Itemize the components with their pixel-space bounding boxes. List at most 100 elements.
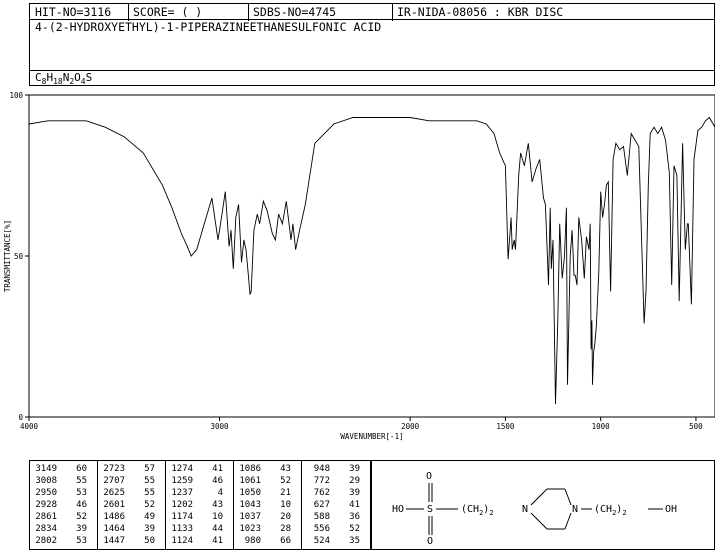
peak-row: 1486 49	[98, 511, 165, 523]
peak-transmittance: 49	[144, 512, 155, 522]
peak-row: 556 52	[302, 523, 370, 535]
y-tick-label: 0	[18, 413, 23, 422]
peak-wavenumber: 1202	[171, 500, 193, 510]
x-tick-label: 2000	[401, 422, 420, 431]
peak-wavenumber: 524	[313, 536, 330, 546]
x-tick-label: 1000	[592, 422, 611, 431]
peak-row: 588 36	[302, 511, 370, 523]
peak-wavenumber: 3149	[35, 464, 57, 474]
peak-column: 3149 60 3008 55 2950 53 2928 46 2861 52 2834 39 2802…	[30, 461, 98, 549]
peak-row: 1237 4	[166, 487, 233, 499]
peak-row: 762 39	[302, 487, 370, 499]
peak-wavenumber: 627	[313, 500, 330, 510]
peak-transmittance: 28	[280, 524, 291, 534]
peak-transmittance: 53	[76, 536, 87, 546]
peak-wavenumber: 1259	[171, 476, 193, 486]
peak-row: 1447 50	[98, 535, 165, 547]
peak-row: 2861 52	[30, 511, 97, 523]
peak-row: 1124 41	[166, 535, 233, 547]
peak-row: 2601 52	[98, 499, 165, 511]
peak-transmittance: 52	[76, 512, 87, 522]
peak-transmittance: 46	[212, 476, 223, 486]
peak-wavenumber: 588	[313, 512, 330, 522]
peak-row: 2928 46	[30, 499, 97, 511]
peak-transmittance: 43	[212, 500, 223, 510]
peak-column: 948 39 772 29 762 39 627 41 588 36 556 52 524 35	[302, 461, 370, 549]
peak-transmittance: 41	[349, 500, 360, 510]
peak-transmittance: 41	[212, 536, 223, 546]
peak-row: 1274 41	[166, 463, 233, 475]
peak-transmittance: 10	[280, 500, 291, 510]
peak-transmittance: 53	[76, 488, 87, 498]
peak-wavenumber: 1086	[239, 464, 261, 474]
peak-wavenumber: 1237	[171, 488, 193, 498]
spectrum-line	[28, 116, 715, 405]
peak-transmittance: 39	[144, 524, 155, 534]
peak-transmittance: 35	[349, 536, 360, 546]
peak-transmittance: 50	[144, 536, 155, 546]
peak-transmittance: 29	[349, 476, 360, 486]
peak-row: 1202 43	[166, 499, 233, 511]
peak-wavenumber: 1023	[239, 524, 261, 534]
peak-wavenumber: 2861	[35, 512, 57, 522]
peak-row: 524 35	[302, 535, 370, 547]
peak-transmittance: 57	[144, 464, 155, 474]
x-axis-label: WAVENUMBER[-1]	[340, 432, 403, 441]
peak-column: 1086 43 1061 52 1050 21 1043 10 1037 20 1023 28 980 6…	[234, 461, 302, 549]
hepes-structure: O O HO S (CH2)2 N N (CH2)2 OH	[392, 471, 677, 547]
peak-wavenumber: 1174	[171, 512, 193, 522]
peak-wavenumber: 948	[313, 464, 330, 474]
ir-spectrum-chart: 4000 3000 2000 1500 1000 500 0 50 100 WAVENUMBER…	[3, 91, 715, 441]
peak-wavenumber: 2834	[35, 524, 57, 534]
bond	[564, 512, 572, 530]
peak-wavenumber: 1061	[239, 476, 261, 486]
peak-row: 2625 55	[98, 487, 165, 499]
peak-wavenumber: 3008	[35, 476, 57, 486]
peak-wavenumber: 1464	[103, 524, 125, 534]
peak-transmittance: 46	[76, 500, 87, 510]
atom-label: O	[426, 471, 432, 482]
peak-wavenumber: 980	[244, 536, 261, 546]
peak-transmittance: 55	[144, 488, 155, 498]
peak-transmittance: 21	[280, 488, 291, 498]
peak-transmittance: 4	[217, 488, 223, 498]
peak-row: 772 29	[302, 475, 370, 487]
peak-row: 2802 53	[30, 535, 97, 547]
peak-transmittance: 66	[280, 536, 291, 546]
bond	[530, 488, 548, 506]
peak-transmittance: 55	[76, 476, 87, 486]
peak-wavenumber: 1050	[239, 488, 261, 498]
atom-label: O	[427, 536, 433, 547]
x-tick-label: 500	[689, 422, 703, 431]
peak-row: 1174 10	[166, 511, 233, 523]
peak-row: 1023 28	[234, 523, 301, 535]
peak-wavenumber: 1274	[171, 464, 193, 474]
peak-wavenumber: 2601	[103, 500, 125, 510]
peak-transmittance: 36	[349, 512, 360, 522]
peak-wavenumber: 2950	[35, 488, 57, 498]
peak-row: 2723 57	[98, 463, 165, 475]
atom-label: N	[572, 504, 578, 515]
x-tick-label: 1500	[496, 422, 515, 431]
peak-wavenumber: 1037	[239, 512, 261, 522]
y-tick-label: 50	[14, 252, 24, 261]
peak-row: 1086 43	[234, 463, 301, 475]
x-tick-label: 3000	[211, 422, 230, 431]
peak-wavenumber: 1124	[171, 536, 193, 546]
y-axis-label: TRANSMITTANCE[%]	[3, 220, 12, 292]
peak-transmittance: 10	[212, 512, 223, 522]
peak-column: 1274 41 1259 46 1237 4 1202 43 1174 10 1133 44 1124 4…	[166, 461, 234, 549]
peak-wavenumber: 2723	[103, 464, 125, 474]
peak-wavenumber: 2802	[35, 536, 57, 546]
peak-row: 1043 10	[234, 499, 301, 511]
peak-wavenumber: 1043	[239, 500, 261, 510]
peak-transmittance: 20	[280, 512, 291, 522]
x-tick-label: 4000	[20, 422, 39, 431]
peak-wavenumber: 1133	[171, 524, 193, 534]
peak-transmittance: 60	[76, 464, 87, 474]
peak-row: 627 41	[302, 499, 370, 511]
peak-row: 1037 20	[234, 511, 301, 523]
bond	[530, 512, 548, 530]
peak-column: 2723 57 2707 55 2625 55 2601 52 1486 49 1464 39 1447…	[98, 461, 166, 549]
peak-wavenumber: 2707	[103, 476, 125, 486]
